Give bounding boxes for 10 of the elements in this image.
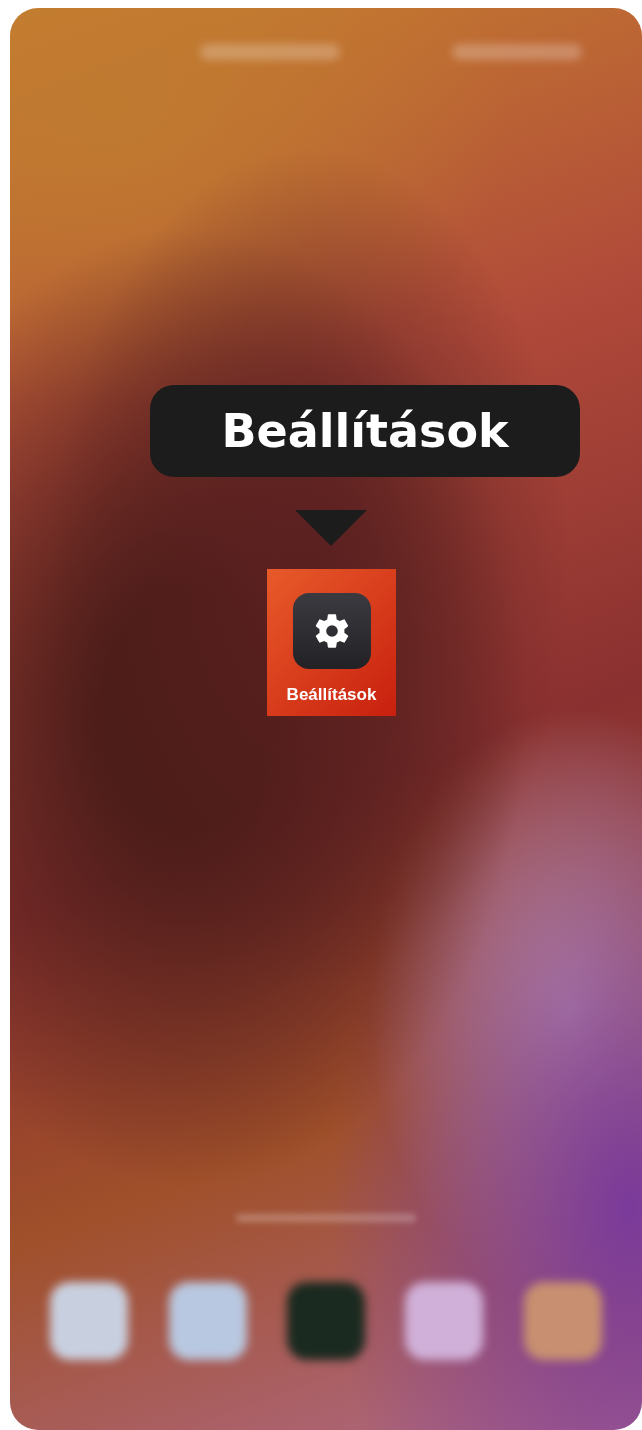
app-icon[interactable]: [523, 1282, 602, 1360]
app-icon[interactable]: [405, 1282, 484, 1360]
app-icon[interactable]: [50, 1282, 129, 1360]
tooltip: Beállítások: [150, 385, 580, 477]
down-arrow-icon: [295, 510, 367, 546]
app-icon[interactable]: [286, 1282, 365, 1360]
app-label: Beállítások: [286, 685, 377, 705]
app-icon[interactable]: [168, 1282, 247, 1360]
app-shortcut[interactable]: Beállítások: [267, 569, 396, 716]
settings-icon: [292, 593, 371, 669]
